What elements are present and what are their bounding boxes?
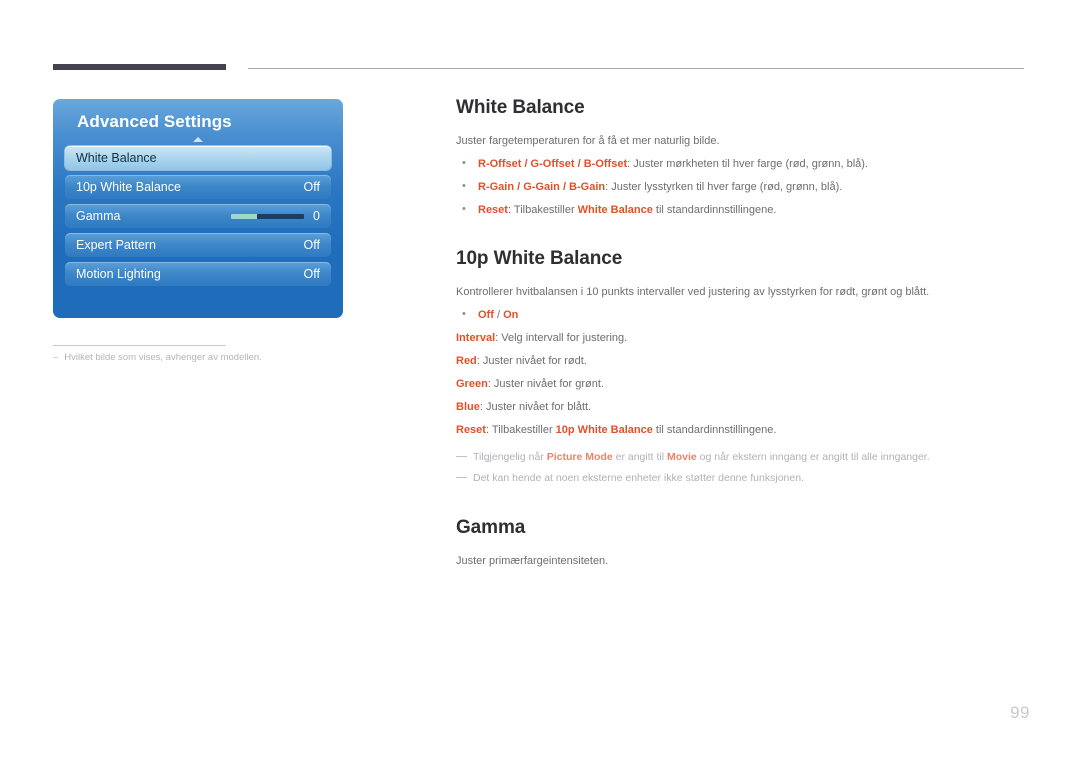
slider-fill-dark (257, 213, 305, 219)
list-item: R-Gain / G-Gain / B-Gain: Juster lysstyr… (456, 179, 1032, 196)
osd-item-label: Gamma (76, 208, 121, 223)
option-description: : Juster nivået for blått. (479, 401, 592, 414)
section-10p-white-balance: 10p White Balance Kontrollerer hvitbalan… (456, 247, 1032, 486)
gamma-slider[interactable]: 0 (231, 210, 320, 223)
bullet-rest: : Juster lysstyrken til hver farge (rød,… (605, 181, 843, 194)
bullet-list: Off / On (456, 307, 1032, 324)
osd-item-motion-lighting[interactable]: Motion Lighting Off (65, 262, 331, 286)
osd-item-label: White Balance (76, 150, 157, 165)
bullet-rest: : Juster mørkheten til hver farge (rød, … (627, 158, 868, 171)
option-description: : Velg intervall for justering. (495, 332, 628, 345)
header-rule-accent (53, 64, 226, 70)
option-off: Off (478, 309, 494, 322)
option-term: Interval (456, 332, 496, 345)
section-intro: Juster primærfargeintensiteten. (456, 555, 609, 568)
osd-panel-title: Advanced Settings (77, 112, 232, 131)
osd-item-expert-pattern[interactable]: Expert Pattern Off (65, 233, 331, 257)
list-item: Reset: Tilbakestiller White Balance til … (456, 202, 1032, 219)
bullet-tail: til standardinnstillingene. (652, 204, 777, 217)
bullet-mid: : Tilbakestiller (507, 204, 578, 217)
note-pre: Tilgjengelig når (473, 450, 547, 463)
note-term-movie: Movie (666, 450, 697, 463)
section-title: Gamma (456, 517, 526, 539)
option-term: Reset (456, 424, 486, 436)
note-mid: er angitt til (612, 450, 667, 463)
section-title: White Balance (456, 97, 585, 118)
osd-item-value: Off (303, 266, 320, 281)
option-description: : Juster nivået for rødt. (476, 355, 587, 368)
option-description: : Juster nivået for grønt. (487, 378, 604, 391)
option-on: On (503, 309, 519, 322)
manual-content: White Balance Juster fargetemperaturen f… (456, 96, 1032, 570)
osd-item-value: Off (303, 237, 320, 252)
osd-item-value: Off (303, 179, 320, 194)
osd-item-gamma[interactable]: Gamma 0 (65, 204, 331, 228)
section-title: 10p White Balance (456, 248, 623, 270)
section-white-balance: White Balance Juster fargetemperaturen f… (456, 96, 1032, 219)
option-line-interval: Interval: Velg intervall for justering. (456, 331, 1032, 347)
osd-item-label: Motion Lighting (76, 266, 161, 281)
list-item: R-Offset / G-Offset / B-Offset: Juster m… (456, 156, 1032, 173)
note-pre: Det kan hende at noen eksterne enheter i… (473, 471, 804, 484)
option-mid: : Tilbakestiller (485, 424, 556, 436)
note-tail: og når ekstern inngang er angitt til all… (696, 450, 930, 463)
slider-fill-light (231, 213, 258, 219)
page-number: 99 (1010, 703, 1030, 722)
list-item: Off / On (456, 307, 1032, 324)
option-term: Green (456, 378, 488, 391)
note-device-support: Det kan hende at noen eksterne enheter i… (456, 471, 1032, 487)
bullet-terms: R-Offset / G-Offset / B-Offset (478, 158, 628, 171)
option-line-red: Red: Juster nivået for rødt. (456, 354, 1032, 370)
option-tail: til standardinnstillingene. (652, 424, 777, 436)
osd-item-10p-white-balance[interactable]: 10p White Balance Off (65, 175, 331, 199)
chevron-up-icon[interactable] (193, 137, 203, 142)
osd-item-value: 0 (313, 208, 320, 223)
option-line-blue: Blue: Juster nivået for blått. (456, 400, 1032, 416)
section-intro: Juster fargetemperaturen for å få et mer… (456, 134, 720, 147)
header-rule-line (248, 68, 1024, 69)
notes-block: Tilgjengelig når Picture Mode er angitt … (456, 450, 1032, 487)
osd-item-label: 10p White Balance (76, 179, 181, 194)
option-term: Red (456, 355, 477, 368)
osd-item-white-balance[interactable]: White Balance (65, 146, 331, 170)
option-term: Blue (456, 401, 480, 414)
option-separator: / (493, 309, 504, 322)
note-availability: Tilgjengelig når Picture Mode er angitt … (456, 450, 1032, 466)
section-gamma: Gamma Juster primærfargeintensiteten. (456, 516, 1032, 569)
option-line-reset: Reset: Tilbakestiller 10p White Balance … (456, 423, 1032, 439)
osd-footnote-text: Hvilket bilde som vises, avhenger av mod… (64, 352, 262, 363)
bullet-list: R-Offset / G-Offset / B-Offset: Juster m… (456, 156, 1032, 219)
bullet-terms: R-Gain / G-Gain / B-Gain (478, 181, 606, 194)
slider-track (231, 213, 305, 219)
osd-menu-panel: Advanced Settings White Balance 10p Whit… (53, 99, 343, 318)
osd-footnote-rule (53, 345, 226, 346)
option-line-green: Green: Juster nivået for grønt. (456, 377, 1032, 393)
osd-footnote: – Hvilket bilde som vises, avhenger av m… (53, 351, 353, 365)
note-term-picture-mode: Picture Mode (546, 450, 613, 463)
bullet-term-reset: Reset (478, 204, 508, 217)
bullet-term-target: White Balance (577, 204, 653, 217)
osd-item-label: Expert Pattern (76, 237, 156, 252)
section-intro: Kontrollerer hvitbalansen i 10 punkts in… (456, 285, 930, 298)
option-term-target: 10p White Balance (555, 424, 653, 436)
osd-footnote-dash: – (53, 352, 59, 363)
